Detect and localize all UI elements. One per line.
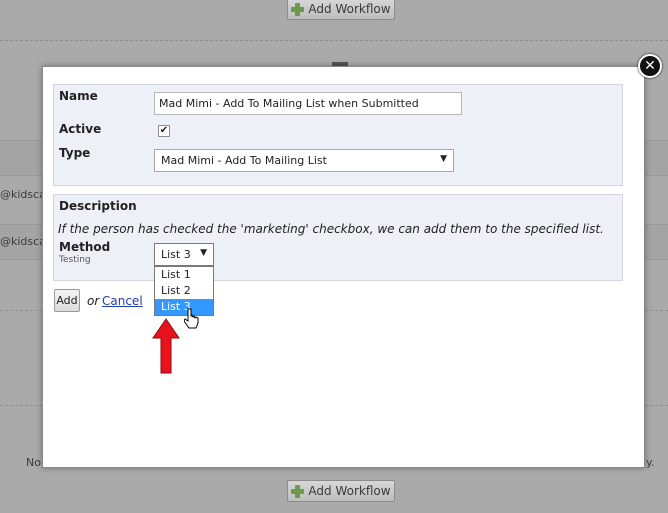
cancel-link[interactable]: Cancel [102, 294, 143, 308]
method-option-list-2[interactable]: List 2 [155, 283, 213, 299]
type-select[interactable]: Mad Mimi - Add To Mailing List ▼ [154, 149, 454, 172]
active-label: Active [59, 122, 102, 136]
type-select-value: Mad Mimi - Add To Mailing List [161, 154, 327, 167]
add-workflow-label: Add Workflow [308, 484, 391, 498]
type-label: Type [59, 146, 91, 160]
plus-icon [291, 484, 305, 498]
dropdown-arrow-icon: ▼ [440, 154, 447, 164]
name-input[interactable] [154, 92, 462, 115]
add-workflow-button-bottom[interactable]: Add Workflow [287, 480, 395, 502]
divider [0, 40, 668, 41]
method-sublabel: Testing [59, 255, 91, 265]
background-text-fragment: No [26, 456, 41, 469]
name-label: Name [59, 89, 98, 103]
method-select[interactable]: List 3 ▼ [154, 243, 214, 266]
description-panel: Description If the person has checked th… [53, 194, 623, 281]
or-text: or [87, 294, 100, 308]
workflow-settings-panel: Name Active ✔ Type Mad Mimi - Add To Mai… [53, 84, 623, 186]
method-label: Method [59, 240, 111, 254]
workflow-modal: Name Active ✔ Type Mad Mimi - Add To Mai… [42, 66, 645, 468]
method-option-list-1[interactable]: List 1 [155, 267, 213, 283]
method-select-value: List 3 [161, 248, 191, 261]
description-label: Description [59, 199, 137, 213]
background-text-fragment: y. [646, 456, 655, 469]
description-text: If the person has checked the 'marketing… [58, 222, 604, 236]
dropdown-arrow-icon: ▼ [200, 248, 207, 258]
add-workflow-button-top[interactable]: Add Workflow [287, 0, 395, 20]
check-icon: ✔ [159, 125, 169, 136]
active-checkbox[interactable]: ✔ [158, 125, 170, 137]
add-button[interactable]: Add [54, 289, 80, 312]
plus-icon [291, 2, 305, 16]
add-workflow-label: Add Workflow [308, 2, 391, 16]
annotation-arrow-icon [152, 318, 180, 374]
cursor-icon [184, 308, 199, 329]
close-icon[interactable]: ✕ [638, 54, 662, 78]
